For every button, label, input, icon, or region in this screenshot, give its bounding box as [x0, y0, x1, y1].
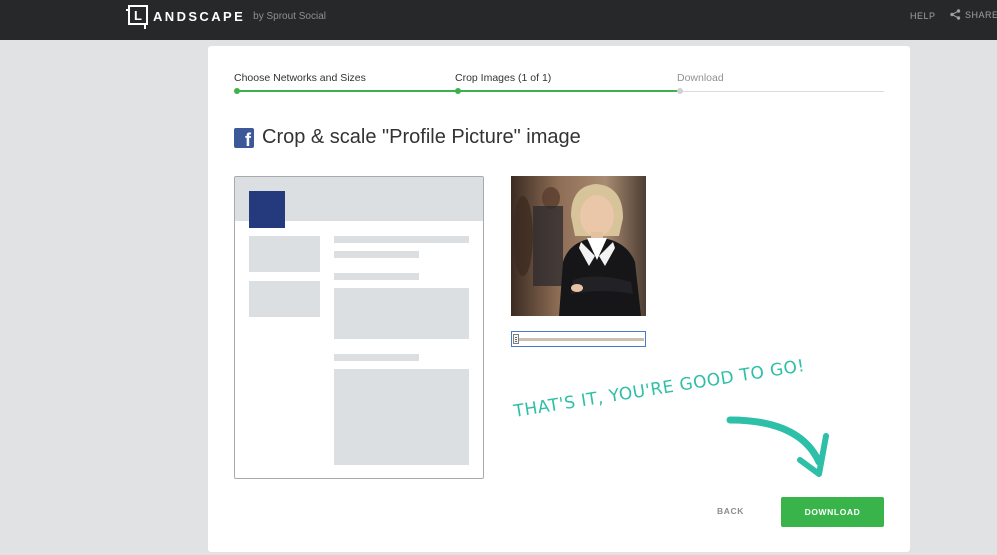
preview-profile-picture [249, 191, 285, 228]
preview-line [334, 251, 419, 258]
curved-arrow-icon [726, 416, 829, 477]
crop-image-area[interactable] [511, 176, 646, 316]
preview-sidebar-block [249, 281, 320, 317]
step-dot-complete [234, 88, 240, 94]
share-label: SHARE [965, 9, 997, 20]
step-dot-upcoming [677, 88, 683, 94]
progress-steps: Choose Networks and Sizes Crop Images (1… [234, 70, 884, 100]
preview-sidebar-block [249, 236, 320, 272]
preview-post-block [334, 369, 469, 465]
crop-frame-logo-icon: L [126, 3, 152, 29]
profile-layout-preview [234, 176, 484, 479]
back-button[interactable]: BACK [717, 506, 744, 516]
logo-byline: by Sprout Social [253, 10, 326, 22]
logo-letter: L [134, 8, 142, 23]
logo-wordmark: ANDSCAPE [153, 8, 246, 24]
preview-line [334, 236, 469, 243]
landscape-logo[interactable]: L ANDSCAPE by Sprout Social [126, 3, 326, 29]
step-download: Download [677, 72, 724, 84]
page-heading: f Crop & scale "Profile Picture" image [234, 126, 581, 149]
step-dot-current [455, 88, 461, 94]
page-title: Crop & scale "Profile Picture" image [262, 126, 581, 148]
preview-post-block [334, 288, 469, 339]
preview-line [334, 354, 419, 361]
step-choose-networks[interactable]: Choose Networks and Sizes [234, 72, 366, 84]
handwritten-note: THAT'S IT, YOU'RE GOOD TO GO! [508, 356, 838, 496]
step-crop-images[interactable]: Crop Images (1 of 1) [455, 72, 551, 84]
main-card: Choose Networks and Sizes Crop Images (1… [208, 46, 910, 552]
help-link[interactable]: HELP [910, 11, 936, 21]
profile-photo [511, 176, 646, 316]
preview-line [334, 273, 419, 280]
zoom-slider[interactable] [511, 331, 646, 347]
zoom-slider-track [518, 338, 644, 341]
download-button[interactable]: DOWNLOAD [781, 497, 884, 527]
top-bar: L ANDSCAPE by Sprout Social HELP SHARE [0, 0, 997, 40]
facebook-icon: f [234, 127, 254, 148]
share-icon [950, 9, 961, 20]
share-link[interactable]: SHARE [950, 9, 997, 20]
zoom-slider-handle[interactable] [513, 334, 519, 344]
